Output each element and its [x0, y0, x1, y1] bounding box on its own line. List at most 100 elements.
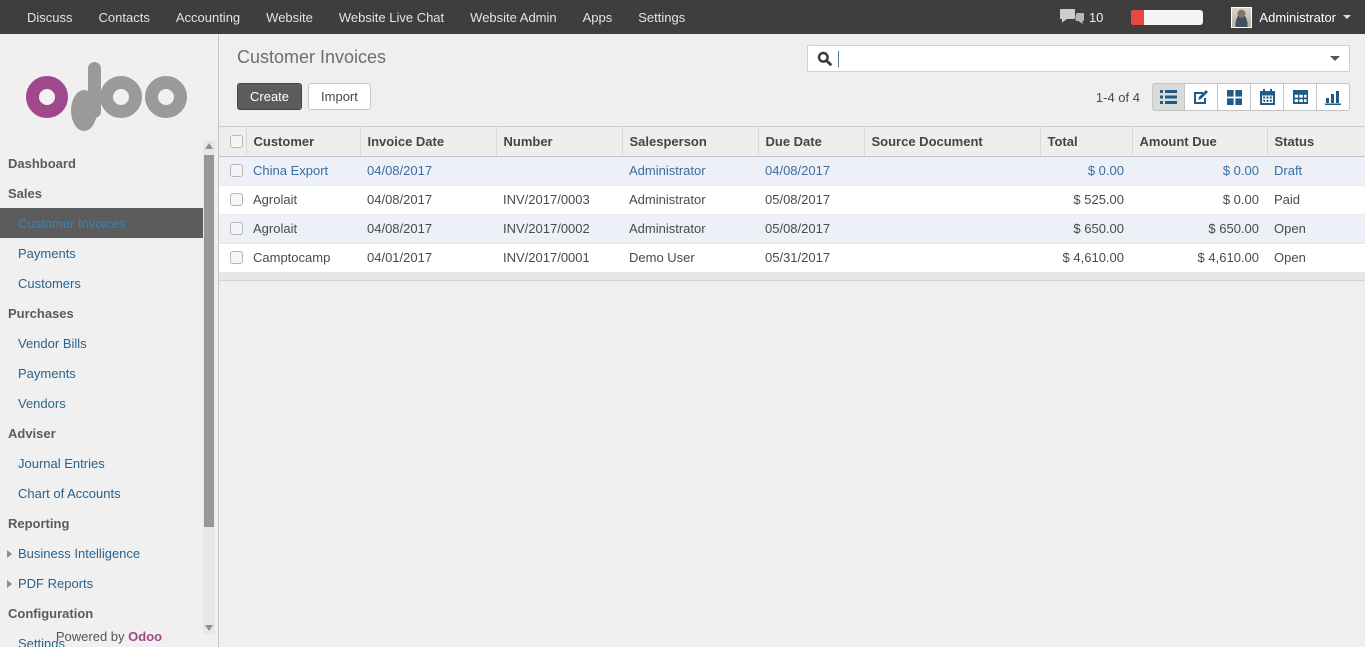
sidebar-item-customer-invoices[interactable]: Customer Invoices — [0, 208, 205, 238]
row-checkbox[interactable] — [230, 251, 243, 264]
column-header-status[interactable]: Status — [1267, 127, 1365, 156]
expand-arrow-icon[interactable] — [7, 580, 12, 588]
cell-invoice-date[interactable]: 04/08/2017 — [360, 214, 496, 243]
column-header-due-date[interactable]: Due Date — [758, 127, 864, 156]
column-header-invoice-date[interactable]: Invoice Date — [360, 127, 496, 156]
create-button[interactable]: Create — [237, 83, 302, 110]
search-dropdown-caret-icon[interactable] — [1330, 56, 1340, 61]
column-header-salesperson[interactable]: Salesperson — [622, 127, 758, 156]
cell-amount-due[interactable]: $ 4,610.00 — [1132, 243, 1267, 272]
row-checkbox[interactable] — [230, 164, 243, 177]
table-row[interactable]: China Export04/08/2017Administrator04/08… — [219, 156, 1365, 185]
sidebar-item-journal-entries[interactable]: Journal Entries — [0, 448, 205, 478]
sidebar-section-sales[interactable]: Sales — [0, 178, 205, 208]
column-header-source-document[interactable]: Source Document — [864, 127, 1040, 156]
cell-customer[interactable]: China Export — [246, 156, 360, 185]
table-row[interactable]: Camptocamp04/01/2017INV/2017/0001Demo Us… — [219, 243, 1365, 272]
top-menu-website-admin[interactable]: Website Admin — [457, 10, 569, 25]
user-menu-caret-icon[interactable] — [1343, 15, 1351, 19]
top-menu-discuss[interactable]: Discuss — [14, 10, 86, 25]
cell-total[interactable]: $ 4,610.00 — [1040, 243, 1132, 272]
cell-amount-due[interactable]: $ 0.00 — [1132, 185, 1267, 214]
view-switcher-list-view[interactable] — [1152, 83, 1185, 111]
messages-count[interactable]: 10 — [1089, 10, 1103, 25]
cell-total[interactable]: $ 525.00 — [1040, 185, 1132, 214]
cell-due-date[interactable]: 05/08/2017 — [758, 214, 864, 243]
cell-salesperson[interactable]: Administrator — [622, 156, 758, 185]
expand-arrow-icon[interactable] — [7, 550, 12, 558]
cell-source-document[interactable] — [864, 185, 1040, 214]
column-header-amount-due[interactable]: Amount Due — [1132, 127, 1267, 156]
cell-status[interactable]: Open — [1267, 214, 1365, 243]
sidebar-item-chart-of-accounts[interactable]: Chart of Accounts — [0, 478, 205, 508]
cell-salesperson[interactable]: Administrator — [622, 185, 758, 214]
cell-number[interactable]: INV/2017/0003 — [496, 185, 622, 214]
top-menu-website[interactable]: Website — [253, 10, 326, 25]
view-switcher-form-view[interactable] — [1185, 83, 1218, 111]
timer-progressbar[interactable] — [1131, 10, 1203, 25]
top-menu-accounting[interactable]: Accounting — [163, 10, 253, 25]
column-header-customer[interactable]: Customer — [246, 127, 360, 156]
user-menu-label[interactable]: Administrator — [1259, 10, 1336, 25]
cell-salesperson[interactable]: Administrator — [622, 214, 758, 243]
cell-invoice-date[interactable]: 04/08/2017 — [360, 156, 496, 185]
cell-status[interactable]: Draft — [1267, 156, 1365, 185]
view-switcher-pivot-view[interactable] — [1284, 83, 1317, 111]
view-switcher-calendar-view[interactable] — [1251, 83, 1284, 111]
sidebar-item-customers[interactable]: Customers — [0, 268, 205, 298]
top-menu-apps[interactable]: Apps — [570, 10, 626, 25]
column-header-number[interactable]: Number — [496, 127, 622, 156]
cell-source-document[interactable] — [864, 156, 1040, 185]
scrollbar-thumb[interactable] — [204, 155, 214, 527]
sidebar-section-reporting[interactable]: Reporting — [0, 508, 205, 538]
cell-due-date[interactable]: 05/31/2017 — [758, 243, 864, 272]
user-avatar[interactable] — [1231, 7, 1252, 28]
sidebar-item-vendor-bills[interactable]: Vendor Bills — [0, 328, 205, 358]
cell-number[interactable]: INV/2017/0002 — [496, 214, 622, 243]
table-row[interactable]: Agrolait04/08/2017INV/2017/0003Administr… — [219, 185, 1365, 214]
search-bar[interactable] — [807, 45, 1350, 72]
sidebar-section-adviser[interactable]: Adviser — [0, 418, 205, 448]
cell-number[interactable] — [496, 156, 622, 185]
sidebar-section-configuration[interactable]: Configuration — [0, 598, 205, 628]
sidebar-section-purchases[interactable]: Purchases — [0, 298, 205, 328]
sidebar-item-business-intelligence[interactable]: Business Intelligence — [0, 538, 205, 568]
cell-total[interactable]: $ 0.00 — [1040, 156, 1132, 185]
cell-amount-due[interactable]: $ 650.00 — [1132, 214, 1267, 243]
sidebar-item-payments[interactable]: Payments — [0, 238, 205, 268]
cell-customer[interactable]: Camptocamp — [246, 243, 360, 272]
top-menu-website-live-chat[interactable]: Website Live Chat — [326, 10, 457, 25]
cell-salesperson[interactable]: Demo User — [622, 243, 758, 272]
column-header-total[interactable]: Total — [1040, 127, 1132, 156]
import-button[interactable]: Import — [308, 83, 371, 110]
messages-icon[interactable] — [1060, 9, 1084, 26]
cell-invoice-date[interactable]: 04/01/2017 — [360, 243, 496, 272]
sidebar-item-payments[interactable]: Payments — [0, 358, 205, 388]
powered-by-brand[interactable]: Odoo — [128, 629, 162, 644]
scrollbar-up-icon[interactable] — [205, 143, 213, 149]
sidebar-section-dashboard[interactable]: Dashboard — [0, 148, 205, 178]
top-menu-contacts[interactable]: Contacts — [86, 10, 163, 25]
table-row[interactable]: Agrolait04/08/2017INV/2017/0002Administr… — [219, 214, 1365, 243]
search-input[interactable] — [839, 51, 1330, 66]
cell-source-document[interactable] — [864, 243, 1040, 272]
sidebar-scrollbar[interactable] — [203, 140, 215, 634]
cell-status[interactable]: Open — [1267, 243, 1365, 272]
cell-due-date[interactable]: 05/08/2017 — [758, 185, 864, 214]
cell-due-date[interactable]: 04/08/2017 — [758, 156, 864, 185]
select-all-checkbox[interactable] — [230, 135, 243, 148]
cell-number[interactable]: INV/2017/0001 — [496, 243, 622, 272]
view-switcher-kanban-view[interactable] — [1218, 83, 1251, 111]
row-checkbox[interactable] — [230, 193, 243, 206]
cell-status[interactable]: Paid — [1267, 185, 1365, 214]
cell-invoice-date[interactable]: 04/08/2017 — [360, 185, 496, 214]
row-checkbox[interactable] — [230, 222, 243, 235]
cell-amount-due[interactable]: $ 0.00 — [1132, 156, 1267, 185]
cell-source-document[interactable] — [864, 214, 1040, 243]
cell-total[interactable]: $ 650.00 — [1040, 214, 1132, 243]
sidebar-item-pdf-reports[interactable]: PDF Reports — [0, 568, 205, 598]
sidebar-item-vendors[interactable]: Vendors — [0, 388, 205, 418]
view-switcher-graph-view[interactable] — [1317, 83, 1350, 111]
top-menu-settings[interactable]: Settings — [625, 10, 698, 25]
cell-customer[interactable]: Agrolait — [246, 185, 360, 214]
